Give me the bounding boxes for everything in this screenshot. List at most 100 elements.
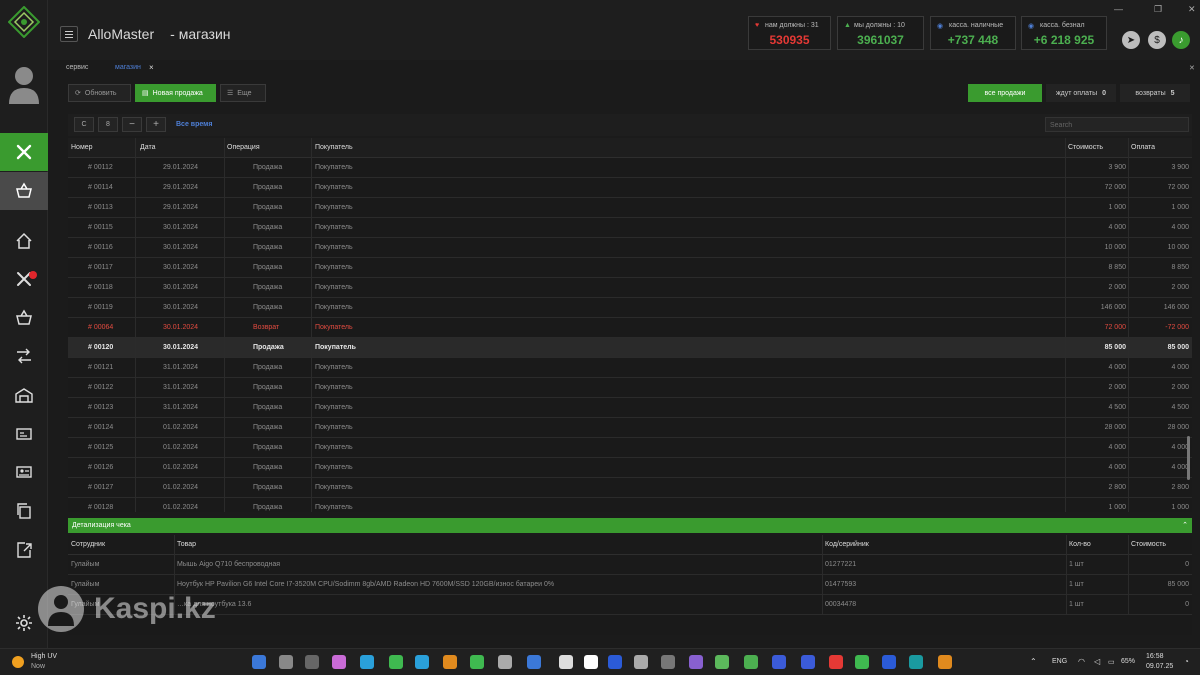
table-row[interactable]: # 00120 30.01.2024 Продажа Покупатель 85 000… <box>68 338 1192 358</box>
col-cost[interactable]: Стоимость <box>1068 144 1103 151</box>
snipping-icon[interactable] <box>498 655 512 669</box>
table-scrollbar[interactable] <box>1187 436 1190 480</box>
sidebar-item-repairs[interactable] <box>0 260 48 298</box>
chevron-up-icon[interactable]: ⌃ <box>1182 521 1188 529</box>
copilot-icon[interactable] <box>332 655 346 669</box>
decrement-button[interactable]: − <box>122 117 142 132</box>
table-row[interactable]: # 00112 29.01.2024 Продажа Покупатель 3 900 3… <box>68 158 1192 178</box>
sidebar-item-store[interactable] <box>0 299 48 337</box>
telegram-icon[interactable] <box>415 655 429 669</box>
sublime-icon[interactable] <box>443 655 457 669</box>
col-payment[interactable]: Оплата <box>1131 144 1155 151</box>
whatsapp-icon[interactable] <box>389 655 403 669</box>
search-input[interactable]: Search <box>1045 117 1189 132</box>
date-from-button[interactable]: С <box>74 117 94 132</box>
table-row[interactable]: # 00114 29.01.2024 Продажа Покупатель 72 000… <box>68 178 1192 198</box>
battery-icon[interactable]: ▭ <box>1108 658 1115 666</box>
task-view-icon[interactable] <box>305 655 319 669</box>
col-employee[interactable]: Сотрудник <box>71 541 105 548</box>
increment-button[interactable]: + <box>146 117 166 132</box>
language-indicator[interactable]: ENG <box>1052 658 1067 665</box>
table-row[interactable]: # 00115 30.01.2024 Продажа Покупатель 4 000 4… <box>68 218 1192 238</box>
filter-all-sales[interactable]: все продажи <box>968 84 1042 102</box>
receipt-detail-header[interactable]: Детализация чека ⌃ <box>68 518 1192 533</box>
stat-cash[interactable]: ◉ касса. наличные +737 448 <box>930 16 1016 50</box>
sidebar-item-service[interactable] <box>0 133 48 171</box>
table-row[interactable]: # 00124 01.02.2024 Продажа Покупатель 28 000… <box>68 418 1192 438</box>
telegram-icon[interactable]: ➤ <box>1122 31 1140 49</box>
filter-returns[interactable]: возвраты 5 <box>1120 84 1190 102</box>
ad-icon[interactable] <box>715 655 729 669</box>
col-date[interactable]: Дата <box>140 144 156 151</box>
bell-icon[interactable]: ♪ <box>1172 31 1190 49</box>
table-row[interactable]: # 00121 31.01.2024 Продажа Покупатель 4 000 4… <box>68 358 1192 378</box>
edge-icon[interactable] <box>360 655 374 669</box>
table-row[interactable]: # 00127 01.02.2024 Продажа Покупатель 2 800 2… <box>68 478 1192 498</box>
tab-shop[interactable]: магазин <box>115 64 141 71</box>
col-operation[interactable]: Операция <box>227 144 260 151</box>
menu-button[interactable] <box>60 26 78 42</box>
minimize-button[interactable]: — <box>1114 4 1123 14</box>
app-icon[interactable] <box>855 655 869 669</box>
stat-owed-to-us[interactable]: ♥ нам должны : 31 530935 <box>748 16 831 50</box>
cfx2-icon[interactable] <box>801 655 815 669</box>
filezilla-icon[interactable] <box>829 655 843 669</box>
weather-icon[interactable] <box>12 656 24 668</box>
col-product[interactable]: Товар <box>177 541 196 548</box>
table-row[interactable]: # 00064 30.01.2024 Возврат Покупатель 72 000… <box>68 318 1192 338</box>
sidebar-item-home[interactable] <box>0 222 48 260</box>
col-detail-cost[interactable]: Стоимость <box>1131 541 1166 548</box>
printer-icon[interactable] <box>608 655 622 669</box>
sidebar-item-transfers[interactable] <box>0 337 48 375</box>
sidebar-item-cards[interactable] <box>0 415 48 453</box>
table-row[interactable]: # 00122 31.01.2024 Продажа Покупатель 2 000 2… <box>68 378 1192 398</box>
maximize-button[interactable]: ❐ <box>1154 4 1162 15</box>
stat-we-owe[interactable]: ▲ мы должны : 10 3961037 <box>837 16 924 50</box>
stat-cashless[interactable]: ◉ касса. безнал +6 218 925 <box>1021 16 1107 50</box>
sidebar-item-settings[interactable] <box>0 604 48 642</box>
windows-start-icon[interactable] <box>252 655 266 669</box>
close-window-button[interactable]: ✕ <box>1188 4 1196 15</box>
volume-icon[interactable]: ◁ <box>1094 657 1100 666</box>
period-count[interactable]: 8 <box>98 117 118 132</box>
notifications-icon[interactable]: ◔ <box>1184 657 1189 666</box>
cfx-icon[interactable] <box>772 655 786 669</box>
more-button[interactable]: ☰ Еще <box>220 84 266 102</box>
sidebar-item-shop[interactable] <box>0 172 48 210</box>
sidebar-item-warehouse[interactable] <box>0 376 48 414</box>
wifi-icon[interactable]: ◠ <box>1078 657 1085 666</box>
tab-close-icon[interactable]: × <box>149 63 154 72</box>
search-icon[interactable] <box>279 655 293 669</box>
store-icon[interactable] <box>527 655 541 669</box>
table-row[interactable]: # 00123 31.01.2024 Продажа Покупатель 4 500 4… <box>68 398 1192 418</box>
col-buyer[interactable]: Покупатель <box>315 144 353 151</box>
all-time-link[interactable]: Все время <box>176 121 212 128</box>
table-row[interactable]: # 00125 01.02.2024 Продажа Покупатель 4 000 4… <box>68 438 1192 458</box>
table-row[interactable]: # 00113 29.01.2024 Продажа Покупатель 1 000 1… <box>68 198 1192 218</box>
orange-app-icon[interactable] <box>938 655 952 669</box>
table-row[interactable]: # 00128 01.02.2024 Продажа Покупатель 1 000 1… <box>68 498 1192 512</box>
refresh-button[interactable]: ⟳ Обновить <box>68 84 131 102</box>
file-icon[interactable] <box>559 655 573 669</box>
clock-time[interactable]: 16:58 <box>1146 653 1164 660</box>
weather-title[interactable]: High UV <box>31 653 57 660</box>
table-row[interactable]: # 00126 01.02.2024 Продажа Покупатель 4 000 4… <box>68 458 1192 478</box>
blue-app-icon[interactable] <box>882 655 896 669</box>
chevron-up-icon[interactable]: ⌃ <box>1030 657 1037 666</box>
detail-row[interactable]: Гулайым Ноутбук HP Pavilion G6 Intel Core… <box>68 575 1192 595</box>
sidebar-item-export[interactable] <box>0 531 48 569</box>
table-row[interactable]: # 00119 30.01.2024 Продажа Покупатель 146 00… <box>68 298 1192 318</box>
table-row[interactable]: # 00117 30.01.2024 Продажа Покупатель 8 850 8… <box>68 258 1192 278</box>
table-row[interactable]: # 00118 30.01.2024 Продажа Покупатель 2 000 2… <box>68 278 1192 298</box>
arduino-icon[interactable] <box>909 655 923 669</box>
detail-row[interactable]: Гулайым Мышь Aigo Q710 беспроводная 012772… <box>68 555 1192 575</box>
vs-icon[interactable] <box>661 655 675 669</box>
sidebar-item-contacts[interactable] <box>0 453 48 491</box>
col-number[interactable]: Номер <box>71 144 93 151</box>
tool-icon[interactable] <box>634 655 648 669</box>
clock-date[interactable]: 09.07.25 <box>1146 663 1173 670</box>
col-code[interactable]: Код/серийник <box>825 541 869 548</box>
sidebar-item-documents[interactable] <box>0 492 48 530</box>
allomaster-icon[interactable] <box>470 655 484 669</box>
dollar-icon[interactable]: $ <box>1148 31 1166 49</box>
